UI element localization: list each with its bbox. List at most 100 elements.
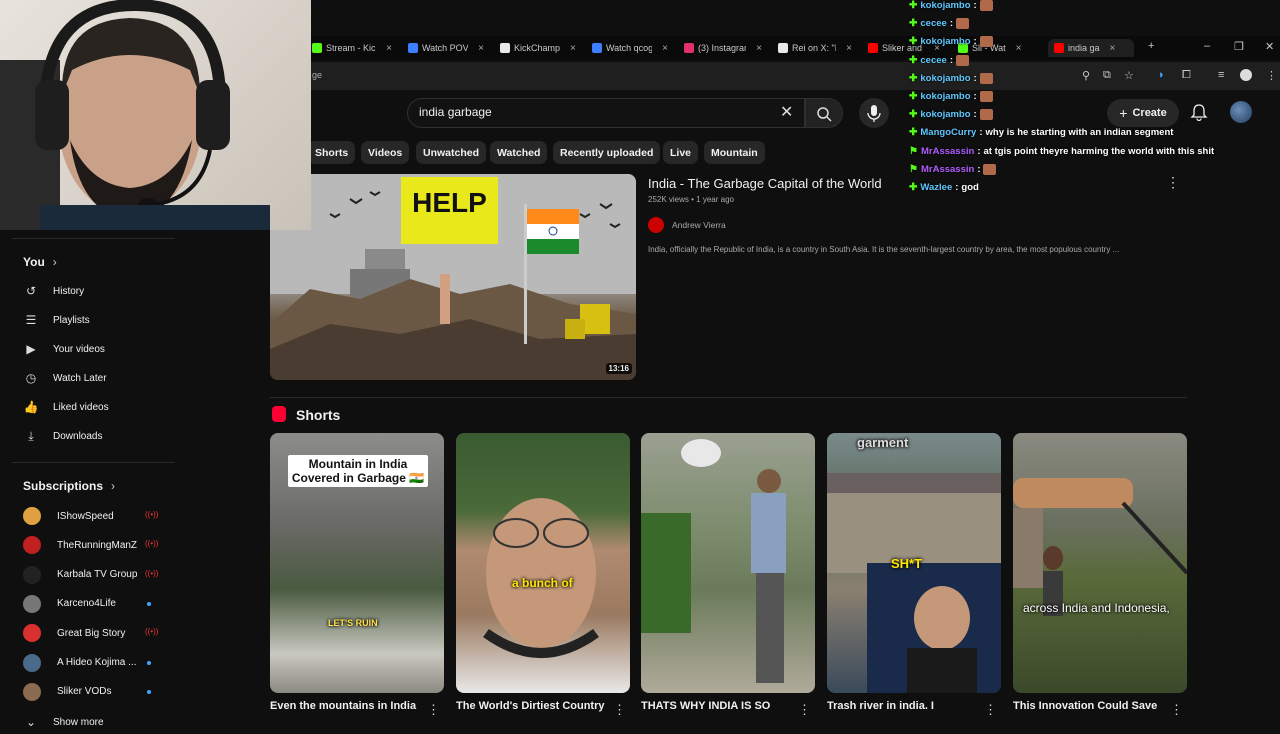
create-button[interactable]: + Create	[1107, 99, 1179, 127]
close-tab-icon[interactable]: ×	[662, 43, 668, 54]
your-videos-icon: ▶	[26, 342, 36, 356]
subscription-name: Sliker VODs	[57, 686, 112, 698]
voice-search-button[interactable]	[859, 98, 889, 128]
sidebar-item[interactable]: ↺ History	[23, 279, 173, 303]
sidebar-divider	[12, 238, 175, 239]
short-title[interactable]: This Innovation Could Save	[1013, 700, 1157, 712]
short-title[interactable]: Even the mountains in India	[270, 700, 416, 712]
short-thumbnail[interactable]: garment SH*T	[827, 433, 1001, 693]
bookmark-star-icon[interactable]: ☆	[1124, 69, 1134, 82]
search-input[interactable]: india garbage	[419, 105, 492, 119]
account-avatar[interactable]	[1230, 101, 1252, 123]
minimize-icon[interactable]: –	[1204, 40, 1210, 52]
chat-message: ⚑ MrAssassin: at tgis point theyre harming…	[909, 146, 1214, 157]
channel-name[interactable]: Andrew Vierra	[672, 220, 726, 230]
sidebar-you-header[interactable]: You ›	[23, 255, 57, 269]
filter-chip[interactable]: Unwatched	[416, 141, 487, 164]
close-tab-icon[interactable]: ×	[756, 43, 762, 54]
extensions-puzzle-icon[interactable]: ⧠	[1182, 69, 1191, 82]
short-menu-icon[interactable]: ⋮	[798, 702, 811, 718]
channel-avatar[interactable]	[648, 217, 664, 233]
short-thumbnail[interactable]: Mountain in India Covered in Garbage 🇮🇳 …	[270, 433, 444, 693]
cast-icon[interactable]: ⧉	[1103, 69, 1111, 82]
chat-separator: :	[973, 109, 977, 121]
chat-username[interactable]: kokojambo	[920, 73, 970, 84]
short-art	[641, 439, 786, 683]
short-thumbnail[interactable]	[641, 433, 815, 693]
short-title[interactable]: The World's Dirtiest Country	[456, 700, 604, 712]
chat-username[interactable]: MrAssassin	[921, 164, 974, 175]
chat-username[interactable]: kokojambo	[920, 36, 970, 47]
filter-chip[interactable]: Live	[663, 141, 699, 164]
close-tab-icon[interactable]: ×	[1110, 43, 1116, 54]
chat-username[interactable]: cecee	[920, 55, 946, 66]
search-button[interactable]	[805, 98, 843, 128]
video-menu-icon[interactable]: ⋮	[1166, 174, 1180, 191]
sidebar-item[interactable]: ◷ Watch Later	[23, 366, 173, 390]
clear-search-icon[interactable]: ✕	[780, 102, 793, 122]
browser-tab[interactable]: Stream - Kick ×	[312, 39, 392, 57]
chat-username[interactable]: cecee	[920, 18, 946, 29]
chat-text: god	[961, 182, 979, 193]
subscriptions-header[interactable]: Subscriptions ›	[23, 479, 115, 493]
close-tab-icon[interactable]: ×	[846, 43, 852, 54]
channel-avatar	[23, 653, 41, 672]
notifications-bell-icon[interactable]	[1190, 103, 1208, 121]
short-menu-icon[interactable]: ⋮	[1170, 702, 1183, 718]
show-more-button[interactable]: ⌄ Show more	[23, 710, 173, 734]
browser-tab[interactable]: india ga ×	[1048, 39, 1134, 57]
webcam-art	[0, 0, 270, 230]
maximize-icon[interactable]: ❐	[1234, 40, 1244, 53]
plus-icon: +	[1119, 105, 1128, 121]
sidebar-item[interactable]: ☰ Playlists	[23, 308, 173, 332]
close-tab-icon[interactable]: ×	[1016, 43, 1022, 54]
short-thumbnail[interactable]: across India and Indonesia,	[1013, 433, 1187, 693]
short-title[interactable]: THATS WHY INDIA IS SO	[641, 700, 770, 712]
short-thumbnail[interactable]: a bunch of	[456, 433, 630, 693]
new-content-dot	[147, 689, 151, 694]
browser-tab[interactable]: (3) Instagram ×	[684, 39, 762, 57]
close-tab-icon[interactable]: ×	[570, 43, 576, 54]
chat-separator: :	[973, 0, 977, 11]
extension-icon[interactable]: ◗	[1158, 69, 1165, 81]
sidebar: You › ↺ History ☰ Playlists ▶ Your videos ◷ Wat…	[0, 230, 180, 729]
sidebar-item[interactable]: ▶ Your videos	[23, 337, 173, 361]
close-window-icon[interactable]: ✕	[1265, 40, 1274, 53]
chat-message: ✚ kokojambo:	[909, 36, 993, 48]
media-control-icon[interactable]: ≡	[1218, 69, 1224, 81]
streamer-webcam	[0, 0, 311, 230]
chat-username[interactable]: MangoCurry	[920, 127, 976, 138]
browser-tab[interactable]: Watch qcog ×	[592, 39, 668, 57]
filter-chip[interactable]: Mountain	[704, 141, 765, 164]
new-tab-button[interactable]: +	[1148, 40, 1154, 52]
browser-tab[interactable]: Rei on X: "M ×	[778, 39, 852, 57]
close-tab-icon[interactable]: ×	[478, 43, 484, 54]
tab-label: (3) Instagram	[698, 43, 746, 53]
profile-icon[interactable]	[1240, 69, 1252, 81]
browser-tab[interactable]: Watch POV ×	[408, 39, 484, 57]
close-tab-icon[interactable]: ×	[386, 43, 392, 54]
chat-username[interactable]: kokojambo	[920, 0, 970, 11]
short-menu-icon[interactable]: ⋮	[984, 702, 997, 718]
sidebar-item-label: Downloads	[53, 430, 103, 442]
filter-chip[interactable]: Recently uploaded	[553, 141, 661, 164]
browser-menu-icon[interactable]: ⋮	[1266, 69, 1277, 82]
zoom-icon[interactable]: ⚲	[1082, 69, 1090, 82]
chat-separator: :	[977, 163, 981, 175]
chat-username[interactable]: MrAssassin	[921, 146, 974, 157]
chat-username[interactable]: kokojambo	[920, 109, 970, 120]
short-menu-icon[interactable]: ⋮	[613, 702, 626, 718]
chat-username[interactable]: kokojambo	[920, 91, 970, 102]
short-title[interactable]: Trash river in india. I	[827, 700, 934, 712]
sidebar-item[interactable]: 👍 Liked videos	[23, 395, 173, 419]
filter-chip[interactable]: Watched	[490, 141, 548, 164]
main-video-thumbnail[interactable]: HELP 13:16	[270, 174, 636, 380]
short-menu-icon[interactable]: ⋮	[427, 702, 440, 718]
filter-chip[interactable]: Videos	[361, 141, 410, 164]
chat-emote-icon	[979, 91, 993, 102]
browser-tab[interactable]: KickChamp ×	[500, 39, 576, 57]
chat-username[interactable]: Wazlee	[920, 182, 952, 193]
sidebar-item[interactable]: ⤓ Downloads	[23, 424, 173, 448]
filter-chip[interactable]: Shorts	[308, 141, 356, 164]
video-title[interactable]: India - The Garbage Capital of the World	[648, 176, 882, 191]
